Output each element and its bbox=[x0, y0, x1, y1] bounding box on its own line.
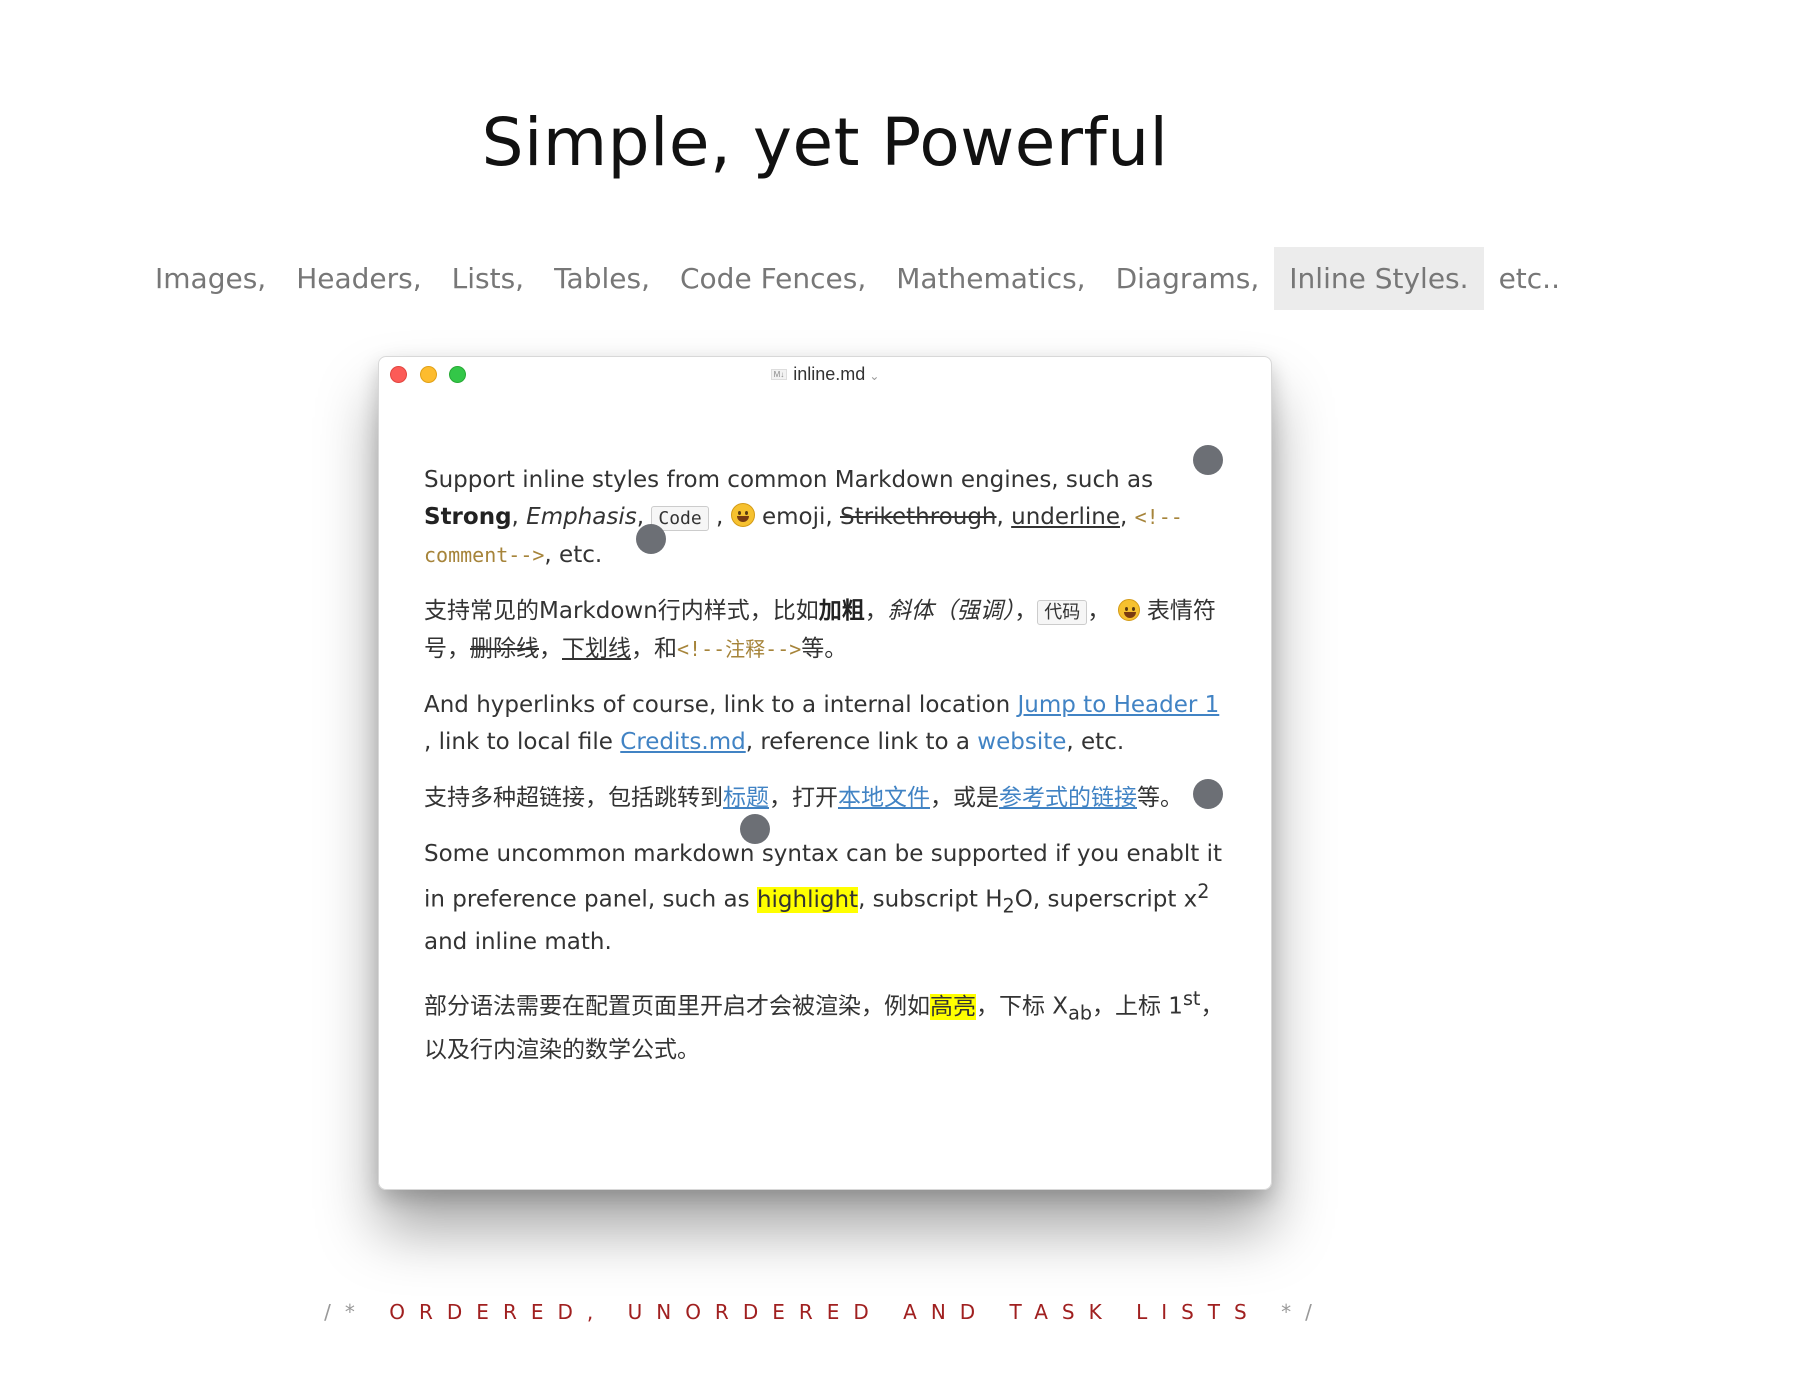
chevron-down-icon[interactable]: ⌄ bbox=[869, 369, 879, 383]
caption-comment-open: /* bbox=[324, 1300, 390, 1324]
feature-tabs: Images, Headers, Lists, Tables, Code Fen… bbox=[140, 247, 1575, 310]
editor-window: M↓ inline.md ⌄ Support inline styles from … bbox=[378, 356, 1272, 1190]
feature-tab-code-fences[interactable]: Code Fences, bbox=[665, 247, 881, 310]
touch-indicator-dot bbox=[1193, 779, 1223, 809]
p2-italic: 斜体（强调） bbox=[887, 598, 1015, 624]
p6-mid: ，上标 1 bbox=[1091, 993, 1183, 1020]
p1-sep: , bbox=[511, 504, 519, 530]
p5-highlight: highlight bbox=[756, 886, 859, 913]
link-jump-to-header[interactable]: Jump to Header 1 bbox=[1018, 692, 1220, 718]
p2-comment: <!--注释--> bbox=[677, 637, 802, 661]
p3-tail: , etc. bbox=[1066, 729, 1125, 755]
paragraph-hyperlinks-en[interactable]: And hyperlinks of course, link to a inte… bbox=[424, 687, 1224, 761]
p2-bold: 加粗 bbox=[818, 598, 865, 624]
caption-comment-close: */ bbox=[1260, 1300, 1326, 1324]
feature-tab-lists[interactable]: Lists, bbox=[437, 247, 539, 310]
window-title[interactable]: M↓ inline.md ⌄ bbox=[379, 364, 1271, 385]
link-reference-zh[interactable]: 参考式的链接 bbox=[999, 785, 1137, 811]
p6-mid: ，下标 X bbox=[976, 993, 1069, 1020]
feature-tab-mathematics[interactable]: Mathematics, bbox=[881, 247, 1100, 310]
p2-sep: ， bbox=[1014, 598, 1038, 624]
p3-mid: , reference link to a bbox=[745, 729, 978, 755]
link-website[interactable]: website bbox=[977, 729, 1066, 755]
markdown-file-icon: M↓ bbox=[770, 369, 788, 380]
touch-indicator-dot bbox=[636, 524, 666, 554]
p2-underline: 下划线 bbox=[562, 636, 631, 662]
p4-intro: 支持多种超链接，包括跳转到 bbox=[424, 785, 723, 811]
p4-mid: ，或是 bbox=[930, 785, 999, 811]
feature-tab-tables[interactable]: Tables, bbox=[539, 247, 665, 310]
link-local-file-zh[interactable]: 本地文件 bbox=[838, 785, 930, 811]
caption-text: ORDERED, UNORDERED AND TASK LISTS bbox=[389, 1300, 1261, 1324]
p2-intro: 支持常见的Markdown行内样式，比如 bbox=[424, 598, 819, 624]
p4-mid: ，打开 bbox=[769, 785, 838, 811]
feature-tab-inline-styles[interactable]: Inline Styles. bbox=[1274, 247, 1484, 310]
feature-tab-etc[interactable]: etc.. bbox=[1484, 247, 1575, 310]
p1-sep: , bbox=[996, 504, 1012, 530]
p2-strikethrough: 删除线 bbox=[470, 636, 539, 662]
p2-inline-code: 代码 bbox=[1037, 600, 1088, 625]
p2-sep: ， bbox=[539, 636, 562, 662]
grinning-emoji-icon bbox=[730, 503, 755, 527]
feature-tab-images[interactable]: Images, bbox=[140, 247, 281, 310]
feature-tab-diagrams[interactable]: Diagrams, bbox=[1101, 247, 1275, 310]
section-caption: /* ORDERED, UNORDERED AND TASK LISTS */ bbox=[0, 1300, 1650, 1324]
paragraph-inline-styles-zh[interactable]: 支持常见的Markdown行内样式，比如加粗，斜体（强调）， 代码， 表情符号，删… bbox=[424, 593, 1224, 668]
link-credits-file[interactable]: Credits.md bbox=[620, 729, 745, 755]
p3-intro: And hyperlinks of course, link to a inte… bbox=[424, 692, 1018, 718]
p1-emoji-word: emoji, bbox=[754, 504, 841, 530]
p2-sep: ，和 bbox=[631, 636, 677, 662]
feature-tab-headers[interactable]: Headers, bbox=[281, 247, 436, 310]
p1-sep: , bbox=[1120, 504, 1135, 530]
p1-strong: Strong bbox=[424, 504, 512, 530]
p1-intro: Support inline styles from common Markdo… bbox=[424, 467, 1154, 493]
p5-mid: O, superscript x bbox=[1014, 886, 1198, 913]
document-body[interactable]: Support inline styles from common Markdo… bbox=[424, 462, 1224, 1088]
touch-indicator-dot bbox=[1193, 445, 1223, 475]
window-titlebar[interactable]: M↓ inline.md ⌄ bbox=[379, 357, 1271, 391]
paragraph-uncommon-syntax-zh[interactable]: 部分语法需要在配置页面里开启才会被渲染，例如高亮，下标 Xab，上标 1st，以… bbox=[424, 980, 1224, 1068]
paragraph-uncommon-syntax-en[interactable]: Some uncommon markdown syntax can be sup… bbox=[424, 836, 1224, 961]
p4-tail: 等。 bbox=[1137, 785, 1183, 811]
link-header-zh[interactable]: 标题 bbox=[723, 785, 769, 811]
p1-sep: , bbox=[708, 504, 731, 530]
paragraph-inline-styles-en[interactable]: Support inline styles from common Markdo… bbox=[424, 462, 1224, 574]
p6-subscript: ab bbox=[1068, 1001, 1092, 1025]
p5-superscript: 2 bbox=[1197, 880, 1210, 903]
p6-superscript: st bbox=[1182, 987, 1201, 1011]
touch-indicator-dot bbox=[740, 814, 770, 844]
p3-mid: , link to local file bbox=[424, 729, 621, 755]
paragraph-hyperlinks-zh[interactable]: 支持多种超链接，包括跳转到标题，打开本地文件，或是参考式的链接等。 bbox=[424, 780, 1224, 817]
p2-sep: ， bbox=[864, 598, 888, 624]
p1-emphasis: Emphasis bbox=[526, 504, 637, 530]
p5-tail: and inline math. bbox=[424, 929, 612, 956]
p1-tail: , etc. bbox=[544, 542, 603, 568]
p2-tail: 等。 bbox=[801, 636, 848, 662]
p2-sep: ， bbox=[1087, 598, 1111, 624]
emoji-icon bbox=[1117, 599, 1140, 621]
window-title-text: inline.md bbox=[793, 364, 866, 384]
p5-subscript: 2 bbox=[1002, 894, 1015, 918]
p6-highlight: 高亮 bbox=[930, 993, 976, 1020]
hero-title: Simple, yet Powerful bbox=[481, 104, 1169, 181]
p1-underline: underline bbox=[1011, 504, 1121, 530]
p5-mid: , subscript H bbox=[858, 886, 1003, 913]
p6-intro: 部分语法需要在配置页面里开启才会被渲染，例如 bbox=[424, 993, 930, 1020]
p1-strikethrough: Strikethrough bbox=[840, 504, 997, 530]
